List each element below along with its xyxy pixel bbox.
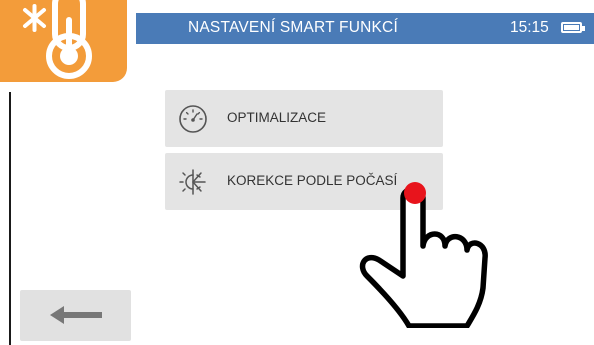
optimalizace-label: OPTIMALIZACE xyxy=(227,110,327,125)
arrow-left-icon xyxy=(50,306,102,324)
sun-snowflake-icon xyxy=(179,169,206,195)
touch-point-icon xyxy=(404,182,426,204)
optimalizace-button[interactable]: OPTIMALIZACE xyxy=(165,90,443,147)
battery-icon xyxy=(561,22,585,33)
left-divider xyxy=(9,92,11,345)
clock: 15:15 xyxy=(510,19,549,36)
thermometer-icon xyxy=(23,0,92,79)
back-button[interactable] xyxy=(20,290,131,341)
app-icon xyxy=(0,0,127,82)
gauge-icon xyxy=(179,105,207,133)
header-bar: NASTAVENÍ SMART FUNKCÍ 15:15 xyxy=(136,13,594,44)
pointing-hand-icon xyxy=(359,182,488,328)
page-title: NASTAVENÍ SMART FUNKCÍ xyxy=(188,19,398,36)
